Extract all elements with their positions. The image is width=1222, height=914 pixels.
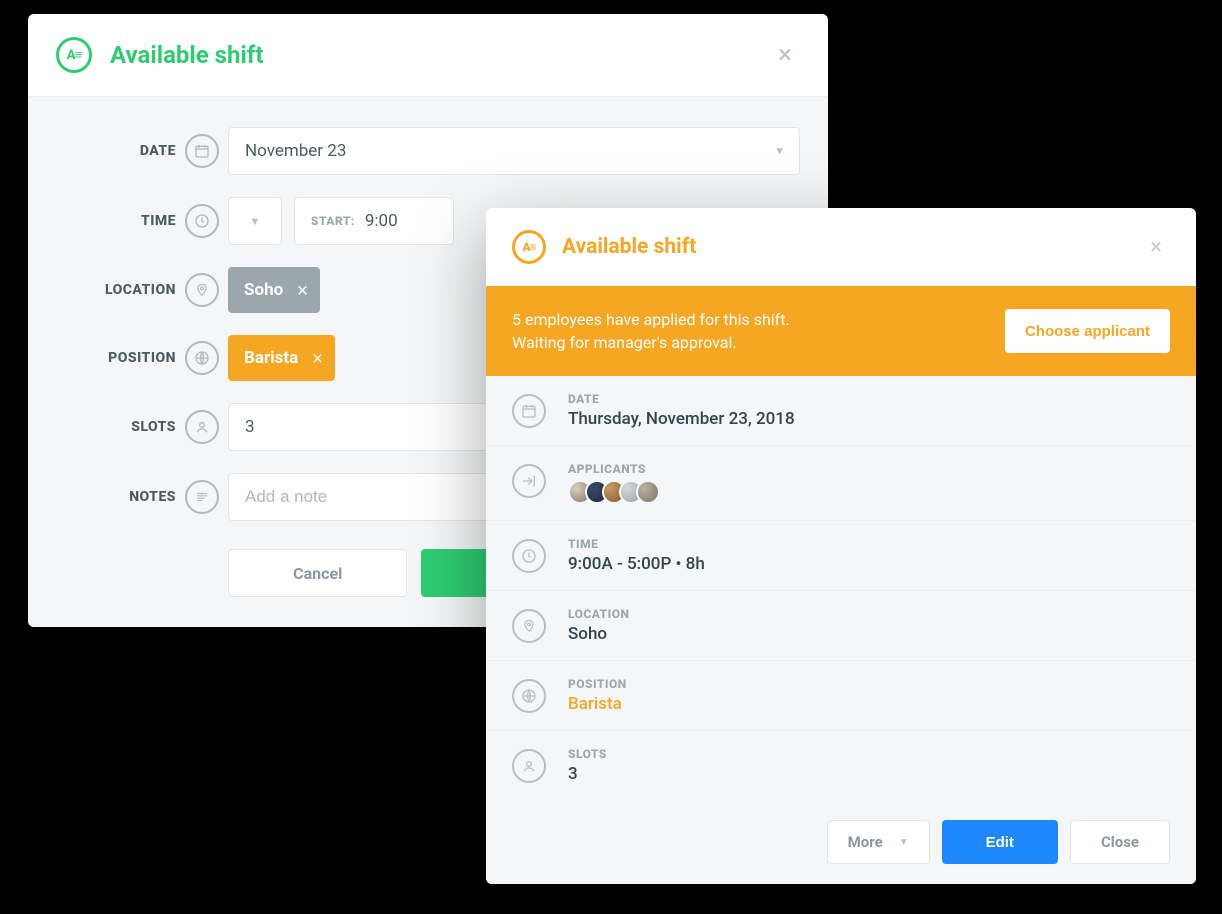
date-value: November 23 xyxy=(245,141,346,161)
date-select[interactable]: November 23 ▼ xyxy=(228,127,800,175)
more-button[interactable]: More ▼ xyxy=(827,820,930,864)
detail-list: DATE Thursday, November 23, 2018 APPLICA… xyxy=(486,376,1196,884)
chevron-down-icon: ▼ xyxy=(899,837,909,848)
briefcase-icon xyxy=(185,341,219,375)
calendar-icon xyxy=(512,394,546,428)
detail-location-label: LOCATION xyxy=(568,607,1170,621)
banner-line-2: Waiting for manager's approval. xyxy=(512,331,985,354)
pin-icon xyxy=(185,273,219,307)
position-chip: Barista × xyxy=(228,335,335,381)
detail-applicants-label: APPLICANTS xyxy=(568,462,1170,476)
label-location: LOCATION xyxy=(56,282,176,298)
briefcase-icon xyxy=(512,679,546,713)
form-header: A≡ Available shift × xyxy=(28,14,828,97)
banner-text: 5 employees have applied for this shift.… xyxy=(512,308,985,354)
detail-date-value: Thursday, November 23, 2018 xyxy=(568,409,1170,429)
start-label: START: xyxy=(311,214,355,228)
detail-row-date: DATE Thursday, November 23, 2018 xyxy=(486,376,1196,446)
close-icon[interactable]: × xyxy=(1142,231,1170,264)
label-notes: NOTES xyxy=(56,489,176,505)
detail-footer: More ▼ Edit Close xyxy=(486,800,1196,884)
clock-icon xyxy=(185,204,219,238)
applicant-avatars xyxy=(568,480,1170,504)
start-time-input[interactable]: START: 9:00 xyxy=(294,197,454,245)
label-time: TIME xyxy=(56,213,176,229)
detail-position-label: POSITION xyxy=(568,677,1170,691)
remove-position-icon[interactable]: × xyxy=(312,346,323,370)
choose-applicant-button[interactable]: Choose applicant xyxy=(1005,309,1170,353)
cancel-button[interactable]: Cancel xyxy=(228,549,407,597)
detail-header: A≡ Available shift × xyxy=(486,208,1196,286)
close-icon[interactable]: × xyxy=(770,36,800,74)
chevron-down-icon: ▼ xyxy=(250,215,261,228)
label-position: POSITION xyxy=(56,350,176,366)
row-date: DATE November 23 ▼ xyxy=(56,127,800,175)
brand-logo-icon: A≡ xyxy=(56,37,92,73)
person-icon xyxy=(185,410,219,444)
location-chip: Soho × xyxy=(228,267,320,313)
person-icon xyxy=(512,749,546,783)
location-chip-text: Soho xyxy=(244,280,283,300)
detail-location-value: Soho xyxy=(568,624,1170,644)
close-label: Close xyxy=(1101,833,1139,851)
applicants-banner: 5 employees have applied for this shift.… xyxy=(486,286,1196,376)
form-title: Available shift xyxy=(110,41,770,69)
detail-slots-value: 3 xyxy=(568,764,1170,784)
detail-row-location: LOCATION Soho xyxy=(486,591,1196,661)
detail-row-position: POSITION Barista xyxy=(486,661,1196,731)
edit-button[interactable]: Edit xyxy=(942,820,1058,864)
notes-icon xyxy=(185,480,219,514)
start-value: 9:00 xyxy=(365,211,398,231)
detail-time-label: TIME xyxy=(568,537,1170,551)
brand-logo-icon: A≡ xyxy=(512,230,546,264)
calendar-icon xyxy=(185,134,219,168)
label-slots: SLOTS xyxy=(56,419,176,435)
arrow-in-icon xyxy=(512,464,546,498)
detail-row-time: TIME 9:00A - 5:00P • 8h xyxy=(486,521,1196,591)
chevron-down-icon: ▼ xyxy=(774,145,785,158)
more-label: More xyxy=(848,833,883,851)
detail-row-applicants: APPLICANTS xyxy=(486,446,1196,521)
detail-title: Available shift xyxy=(562,235,1142,259)
detail-row-slots: SLOTS 3 xyxy=(486,731,1196,800)
avatar[interactable] xyxy=(636,480,660,504)
remove-location-icon[interactable]: × xyxy=(297,278,308,302)
position-chip-text: Barista xyxy=(244,348,298,368)
close-button[interactable]: Close xyxy=(1070,820,1170,864)
shift-detail-modal: A≡ Available shift × 5 employees have ap… xyxy=(486,208,1196,884)
detail-position-value: Barista xyxy=(568,694,1170,714)
banner-line-1: 5 employees have applied for this shift. xyxy=(512,308,985,331)
label-date: DATE xyxy=(56,143,176,159)
clock-icon xyxy=(512,539,546,573)
pin-icon xyxy=(512,609,546,643)
detail-date-label: DATE xyxy=(568,392,1170,406)
slots-value: 3 xyxy=(245,417,255,437)
detail-slots-label: SLOTS xyxy=(568,747,1170,761)
detail-time-value: 9:00A - 5:00P • 8h xyxy=(568,554,1170,574)
time-template-select[interactable]: ▼ xyxy=(228,197,282,245)
